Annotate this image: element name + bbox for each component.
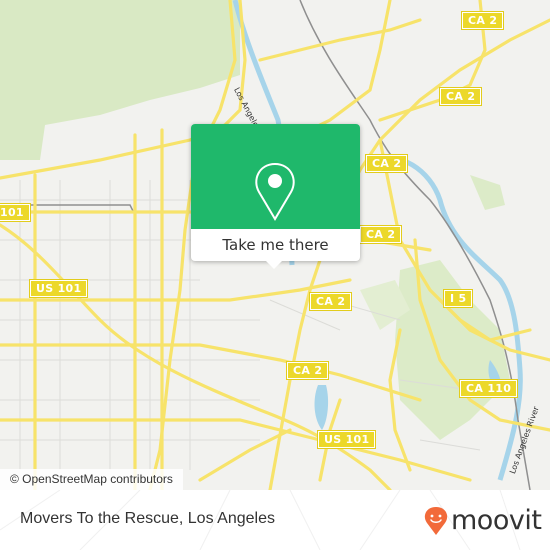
moovit-pin-icon bbox=[424, 507, 448, 535]
route-shield-us101: US 101 bbox=[28, 279, 89, 298]
park-small bbox=[470, 175, 505, 210]
take-me-there-popup[interactable]: Take me there bbox=[191, 124, 360, 269]
moovit-logo[interactable]: moovit bbox=[424, 504, 542, 538]
popup-pointer bbox=[266, 261, 282, 269]
popup-header[interactable] bbox=[191, 124, 360, 229]
route-shield-us101: 101 bbox=[0, 203, 31, 222]
route-shield-ca2: CA 2 bbox=[308, 292, 353, 311]
route-shield-ca2: CA 2 bbox=[285, 361, 330, 380]
moovit-wordmark: moovit bbox=[451, 505, 542, 536]
route-shield-ca2: CA 2 bbox=[358, 225, 403, 244]
take-me-there-button[interactable]: Take me there bbox=[191, 229, 360, 261]
route-shield-ca2: CA 2 bbox=[460, 11, 505, 30]
map-attribution[interactable]: © OpenStreetMap contributors bbox=[0, 469, 183, 490]
route-shield-ca110: CA 110 bbox=[458, 379, 519, 398]
route-shield-i5: I 5 bbox=[442, 289, 474, 308]
lake bbox=[314, 385, 329, 430]
route-shield-ca2: CA 2 bbox=[364, 154, 409, 173]
park-elysian bbox=[395, 260, 510, 440]
footer-bar: Movers To the Rescue, Los Angeles moovit bbox=[0, 490, 550, 550]
route-shield-us101: US 101 bbox=[316, 430, 377, 449]
location-pin-icon bbox=[255, 162, 295, 221]
place-title: Movers To the Rescue, Los Angeles bbox=[20, 510, 275, 527]
route-shield-ca2: CA 2 bbox=[438, 87, 483, 106]
